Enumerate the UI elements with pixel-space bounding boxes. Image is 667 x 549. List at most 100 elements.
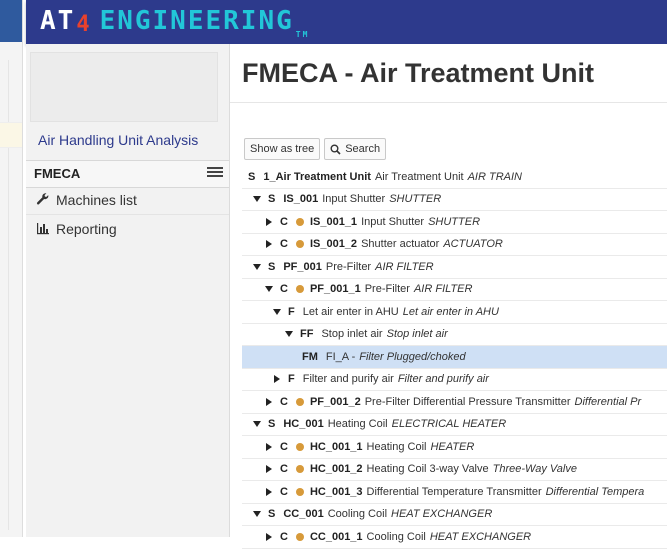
node-name: Let air enter in AHU: [302, 305, 399, 318]
node-code: CC_001: [283, 508, 324, 521]
tree-row[interactable]: FF Stop inlet air Stop inlet air: [242, 324, 667, 346]
page-title: FMECA - Air Treatment Unit: [242, 58, 595, 88]
node-kind-label: C: [280, 440, 288, 453]
tree-row[interactable]: S IS_001 Input Shutter SHUTTER: [242, 189, 667, 211]
search-icon: [330, 144, 341, 155]
brand-logo-digit: 4: [76, 12, 92, 37]
sidebar-section-header: FMECA: [26, 160, 229, 188]
node-name: FI_A -: [325, 350, 356, 363]
node-name: Pre-Filter Differential Pressure Transmi…: [364, 395, 571, 408]
expand-toggle-icon[interactable]: [264, 217, 274, 227]
node-name: Shutter actuator: [361, 238, 440, 251]
search-label: Search: [345, 143, 381, 155]
expand-toggle-icon[interactable]: [264, 239, 274, 249]
background-window-header: [0, 0, 22, 42]
tree-row[interactable]: C HC_001_3 Differential Temperature Transm…: [242, 481, 667, 504]
tree-row[interactable]: S 1_Air Treatment Unit Air Treatment Unit A…: [242, 166, 667, 189]
tree-row[interactable]: S HC_001 Heating Coil ELECTRICAL HEATER: [242, 414, 667, 436]
sidebar-item-machines-list[interactable]: Machines list: [26, 186, 229, 215]
node-type: AIR FILTER: [413, 283, 473, 296]
tree-toolbar: Show as tree Search: [244, 138, 387, 160]
search-button[interactable]: Search: [324, 138, 387, 160]
expand-toggle-icon[interactable]: [264, 464, 274, 474]
node-type: HEAT EXCHANGER: [391, 508, 493, 521]
node-type: SHUTTER: [389, 193, 442, 206]
node-code: HC_001_3: [309, 485, 363, 498]
sidebar-item-label: Reporting: [56, 221, 117, 237]
show-as-tree-button[interactable]: Show as tree: [244, 138, 321, 160]
node-name: Stop inlet air: [321, 328, 383, 341]
node-code: HC_001: [283, 418, 324, 431]
node-kind-label: C: [280, 238, 288, 251]
node-type: Differential Tempera: [545, 485, 645, 498]
tree-row[interactable]: S PF_001 Pre-Filter AIR FILTER: [242, 256, 667, 279]
collapse-toggle-icon[interactable]: [264, 284, 274, 294]
node-code: HC_001_1: [309, 440, 363, 453]
bar-chart-icon: [37, 223, 49, 235]
node-code: IS_001: [283, 193, 319, 206]
collapse-toggle-icon[interactable]: [272, 307, 282, 317]
sidebar-title[interactable]: Air Handling Unit Analysis: [38, 132, 198, 148]
tree-row[interactable]: C HC_001_1 Heating Coil HEATER: [242, 436, 667, 459]
app-header: AT 4 ENGINEERING TM: [26, 0, 667, 44]
sidebar-item-reporting[interactable]: Reporting: [26, 215, 229, 243]
expand-toggle-icon[interactable]: [264, 442, 274, 452]
node-code: PF_001_2: [309, 395, 361, 408]
sidebar: Air Handling Unit Analysis FMECA Machine…: [26, 44, 230, 537]
node-name: Pre-Filter: [364, 283, 410, 296]
tree-row[interactable]: F Filter and purify air Filter and purify …: [242, 369, 667, 391]
node-name: Heating Coil 3-way Valve: [366, 463, 489, 476]
node-kind-label: F: [288, 305, 295, 318]
node-kind-label: C: [280, 283, 288, 296]
node-kind-label: S: [268, 193, 276, 206]
tree-row[interactable]: S CC_001 Cooling Coil HEAT EXCHANGER: [242, 504, 667, 526]
node-kind-label: C: [280, 215, 288, 228]
collapse-toggle-icon[interactable]: [284, 329, 294, 339]
node-type: Filter and purify air: [397, 373, 489, 386]
node-code: PF_001: [283, 260, 322, 273]
tree-row[interactable]: C IS_001_1 Input Shutter SHUTTER: [242, 211, 667, 234]
expand-toggle-icon[interactable]: [264, 487, 274, 497]
node-type: Let air enter in AHU: [402, 305, 499, 318]
expand-toggle-icon[interactable]: [272, 374, 282, 384]
node-name: Air Treatment Unit: [374, 170, 464, 183]
node-kind-label: FF: [300, 328, 314, 341]
node-name: Heating Coil: [366, 440, 427, 453]
tree-row[interactable]: F Let air enter in AHU Let air enter in AH…: [242, 301, 667, 324]
node-kind-label: S: [248, 170, 256, 183]
collapse-toggle-icon[interactable]: [252, 509, 262, 519]
tree-row[interactable]: C PF_001_1 Pre-Filter AIR FILTER: [242, 279, 667, 301]
brand-logo-prefix: AT: [40, 6, 76, 36]
brand-logo-text: ENGINEERING: [99, 6, 294, 36]
node-kind-label: FM: [302, 350, 318, 363]
node-type: Filter Plugged/choked: [359, 350, 466, 363]
node-name: Filter and purify air: [302, 373, 394, 386]
background-window-edge: [0, 0, 23, 537]
collapse-toggle-icon[interactable]: [252, 194, 262, 204]
status-dot-icon: [295, 487, 304, 496]
node-code: PF_001_1: [309, 283, 361, 296]
hamburger-menu-icon[interactable]: [207, 165, 223, 181]
brand-logo[interactable]: AT 4 ENGINEERING TM: [40, 6, 309, 40]
node-name: Heating Coil: [327, 418, 388, 431]
tree-row[interactable]: C PF_001_2 Pre-Filter Differential Pressur…: [242, 391, 667, 414]
tree-row[interactable]: C CC_001_1 Cooling Coil HEAT EXCHANGER: [242, 526, 667, 549]
tree-row[interactable]: C IS_001_2 Shutter actuator ACTUATOR: [242, 234, 667, 256]
node-name: Pre-Filter: [325, 260, 372, 273]
tree-row[interactable]: C HC_001_2 Heating Coil 3-way Valve Three-W…: [242, 459, 667, 481]
status-dot-icon: [295, 285, 304, 294]
collapse-toggle-icon[interactable]: [252, 419, 262, 429]
expand-toggle-icon[interactable]: [264, 397, 274, 407]
status-dot-icon: [295, 465, 304, 474]
node-name: Cooling Coil: [327, 508, 388, 521]
main-content: FMECA - Air Treatment Unit Show as tree …: [230, 44, 667, 549]
collapse-toggle-icon[interactable]: [252, 262, 262, 272]
status-dot-icon: [295, 240, 304, 249]
node-code: 1_Air Treatment Unit: [263, 170, 371, 183]
node-type: Differential Pr: [574, 395, 642, 408]
node-type: ACTUATOR: [443, 238, 503, 251]
fmeca-tree: S 1_Air Treatment Unit Air Treatment Unit A…: [242, 166, 667, 549]
node-type: AIR FILTER: [375, 260, 434, 273]
tree-row[interactable]: FM FI_A - Filter Plugged/choked: [242, 346, 667, 369]
node-kind-label: S: [268, 508, 276, 521]
